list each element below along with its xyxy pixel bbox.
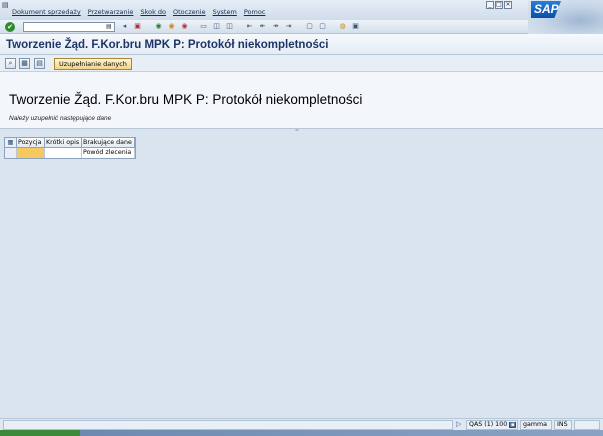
back-arrow-icon[interactable]: ◂ bbox=[120, 22, 129, 31]
minimize-icon[interactable]: _ bbox=[486, 1, 494, 9]
enter-icon[interactable]: ✔ bbox=[5, 22, 15, 32]
find-icon[interactable]: ◫ bbox=[212, 22, 221, 31]
back-icon[interactable]: ◉ bbox=[154, 22, 163, 31]
toolbar-group-6: ◍ ▣ bbox=[338, 22, 360, 32]
title-bar: Tworzenie Žąd. F.Kor.bru MPK P: Protokół… bbox=[0, 34, 603, 55]
window-controls: _ □ × bbox=[486, 1, 512, 9]
exit-icon[interactable]: ◉ bbox=[167, 22, 176, 31]
cell-brakujace-dane[interactable]: Powód zlecenia bbox=[82, 148, 135, 158]
command-history-icon[interactable]: ▤ bbox=[106, 23, 113, 31]
status-system: QAS (1) 100 ▣ bbox=[466, 420, 518, 430]
standard-toolbar: ✔ ▤ ◂ ▣ ◉ ◉ ◉ ▭ ◫ ◫ ⇤ ↞ ↠ ⇥ ▢ ▢ ◍ ▣ bbox=[0, 20, 528, 34]
taskbar-strip bbox=[0, 430, 603, 436]
cell-pozycja[interactable] bbox=[17, 148, 45, 158]
toolbar-group-5: ▢ ▢ bbox=[305, 22, 327, 32]
status-message bbox=[3, 420, 453, 430]
complete-data-button[interactable]: Uzupełnianie danych bbox=[54, 58, 132, 70]
toolbar-group-1: ◂ ▣ bbox=[120, 22, 142, 32]
command-field[interactable]: ▤ bbox=[23, 22, 115, 32]
header-heading: Tworzenie Žąd. F.Kor.bru MPK P: Protokół… bbox=[9, 92, 363, 107]
sap-logo-mark: SAP bbox=[531, 1, 561, 18]
last-page-icon[interactable]: ⇥ bbox=[284, 22, 293, 31]
select-all-icon[interactable]: ▦ bbox=[19, 58, 30, 69]
column-header-pozycja[interactable]: Pozycja bbox=[17, 138, 45, 147]
command-input[interactable] bbox=[24, 24, 104, 32]
close-icon[interactable]: × bbox=[504, 1, 512, 9]
status-bar: ▷ QAS (1) 100 ▣ gamma INS bbox=[0, 418, 603, 430]
header-subtitle: Należy uzupełnić następujące dane bbox=[9, 115, 112, 122]
status-server: gamma bbox=[520, 420, 552, 430]
system-menu-icon[interactable]: ▤ bbox=[2, 1, 12, 9]
toolbar-group-2: ◉ ◉ ◉ bbox=[154, 22, 189, 32]
help-icon[interactable]: ◍ bbox=[338, 22, 347, 31]
first-page-icon[interactable]: ⇤ bbox=[245, 22, 254, 31]
column-header-krotki-opis[interactable]: Krótki opis bbox=[45, 138, 82, 147]
menu-skok-do[interactable]: Skok do bbox=[140, 8, 166, 18]
page-title: Tworzenie Žąd. F.Kor.bru MPK P: Protokół… bbox=[6, 39, 329, 51]
next-page-icon[interactable]: ↠ bbox=[271, 22, 280, 31]
edit-icon[interactable]: ▤ bbox=[34, 58, 45, 69]
table-header: ▦ Pozycja Krótki opis Brakujące dane bbox=[5, 138, 135, 148]
column-settings-icon[interactable]: ▦ bbox=[5, 138, 17, 147]
cell-krotki-opis[interactable] bbox=[45, 148, 82, 158]
toolbar-group-3: ▭ ◫ ◫ bbox=[199, 22, 234, 32]
status-mode[interactable]: INS bbox=[554, 420, 572, 430]
shortcut-icon[interactable]: ▢ bbox=[318, 22, 327, 31]
new-session-icon[interactable]: ▢ bbox=[305, 22, 314, 31]
header-area: Tworzenie Žąd. F.Kor.bru MPK P: Protokół… bbox=[0, 72, 603, 129]
maximize-icon[interactable]: □ bbox=[495, 1, 503, 9]
menu-otoczenie[interactable]: Otoczenie bbox=[173, 8, 206, 18]
status-extra bbox=[574, 420, 600, 430]
menu-dokument-sprzedazy[interactable]: Dokument sprzedaży bbox=[12, 8, 81, 18]
sap-logo: SAP bbox=[528, 0, 603, 34]
cancel-icon[interactable]: ◉ bbox=[180, 22, 189, 31]
status-expand-icon[interactable]: ▷ bbox=[456, 420, 464, 429]
menu-items: Dokument sprzedaży Przetwarzanie Skok do… bbox=[12, 8, 272, 18]
menu-system[interactable]: System bbox=[213, 8, 237, 18]
application-toolbar: ⌕ ▦ ▤ Uzupełnianie danych bbox=[0, 55, 603, 72]
customize-icon[interactable]: ▣ bbox=[351, 22, 360, 31]
save-icon[interactable]: ▣ bbox=[133, 22, 142, 31]
system-info-icon[interactable]: ▣ bbox=[509, 422, 516, 428]
menu-pomoc[interactable]: Pomoc bbox=[244, 8, 266, 18]
find-next-icon[interactable]: ◫ bbox=[225, 22, 234, 31]
row-selector[interactable] bbox=[5, 148, 17, 158]
table-row[interactable]: Powód zlecenia bbox=[5, 148, 135, 158]
splitter-handle[interactable]: ═ bbox=[290, 129, 304, 134]
column-header-brakujace-dane[interactable]: Brakujące dane bbox=[82, 138, 135, 147]
print-icon[interactable]: ▭ bbox=[199, 22, 208, 31]
menu-bar: ▤ Dokument sprzedaży Przetwarzanie Skok … bbox=[0, 0, 603, 20]
status-system-text: QAS (1) 100 bbox=[469, 421, 508, 428]
prev-page-icon[interactable]: ↞ bbox=[258, 22, 267, 31]
menu-przetwarzanie[interactable]: Przetwarzanie bbox=[88, 8, 134, 18]
toolbar-group-4: ⇤ ↞ ↠ ⇥ bbox=[245, 22, 293, 32]
incompleteness-table: ▦ Pozycja Krótki opis Brakujące dane Pow… bbox=[4, 137, 136, 159]
display-detail-icon[interactable]: ⌕ bbox=[5, 58, 16, 69]
